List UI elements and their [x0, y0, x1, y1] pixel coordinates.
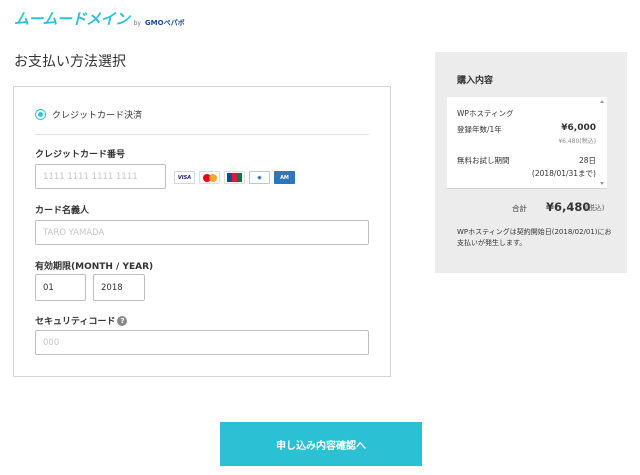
summary-scrollbar[interactable]	[598, 97, 607, 188]
expiry-year-input[interactable]	[93, 274, 145, 301]
divider	[35, 134, 369, 135]
amex-icon: AM	[274, 171, 295, 184]
logo-company: GMOペパボ	[144, 19, 185, 27]
term-price-tax: ¥6,480(税込)	[558, 138, 596, 145]
security-code-input[interactable]	[35, 330, 369, 355]
card-holder-label: カード名義人	[35, 206, 90, 216]
payment-method-label: クレジットカード決済	[52, 111, 143, 121]
visa-icon: VISA	[174, 171, 195, 184]
total-amount: ¥6,480	[546, 200, 591, 214]
total-tax: (税込)	[585, 204, 605, 212]
billing-note: WPホスティングは契約開始日(2018/02/01)にお支払いが発生します。	[457, 228, 612, 247]
card-number-input[interactable]	[35, 164, 166, 189]
mastercard-icon	[199, 171, 220, 184]
card-number-label: クレジットカード番号	[35, 150, 126, 160]
trial-until: (2018/01/31まで)	[531, 169, 596, 178]
trial-days: 28日	[578, 156, 596, 165]
security-code-label-row: セキュリティコード ?	[35, 314, 128, 327]
jcb-icon	[224, 171, 245, 184]
page-title: お支払い方法選択	[14, 54, 126, 70]
card-holder-input[interactable]	[35, 220, 369, 245]
term-label: 登録年数/1年	[457, 125, 502, 134]
expiry-month-input[interactable]	[35, 274, 86, 301]
plan-name: WPホスティング	[457, 109, 514, 118]
summary-title: 購入内容	[457, 76, 494, 86]
radio-selected-icon[interactable]	[35, 109, 46, 120]
term-price: ¥6,000	[561, 123, 596, 133]
logo[interactable]: ムームードメイン by GMOペパボ	[14, 10, 185, 28]
card-brand-logos: VISA ◉ AM	[174, 171, 295, 184]
logo-text: ムームードメイン	[14, 10, 130, 28]
scroll-up-icon[interactable]	[600, 100, 604, 103]
total-label: 合計	[512, 204, 527, 213]
expiry-label: 有効期限(MONTH / YEAR)	[35, 262, 154, 272]
scroll-down-icon[interactable]	[600, 182, 604, 185]
logo-by: by	[133, 20, 141, 27]
security-code-label: セキュリティコード	[35, 317, 116, 327]
confirm-button[interactable]: 申し込み内容確認へ	[220, 422, 422, 466]
payment-method-credit-card[interactable]: クレジットカード決済	[35, 108, 142, 121]
diners-icon: ◉	[249, 171, 270, 184]
trial-label: 無料お試し期間	[457, 156, 510, 165]
help-icon[interactable]: ?	[117, 315, 128, 326]
summary-divider	[447, 188, 607, 189]
